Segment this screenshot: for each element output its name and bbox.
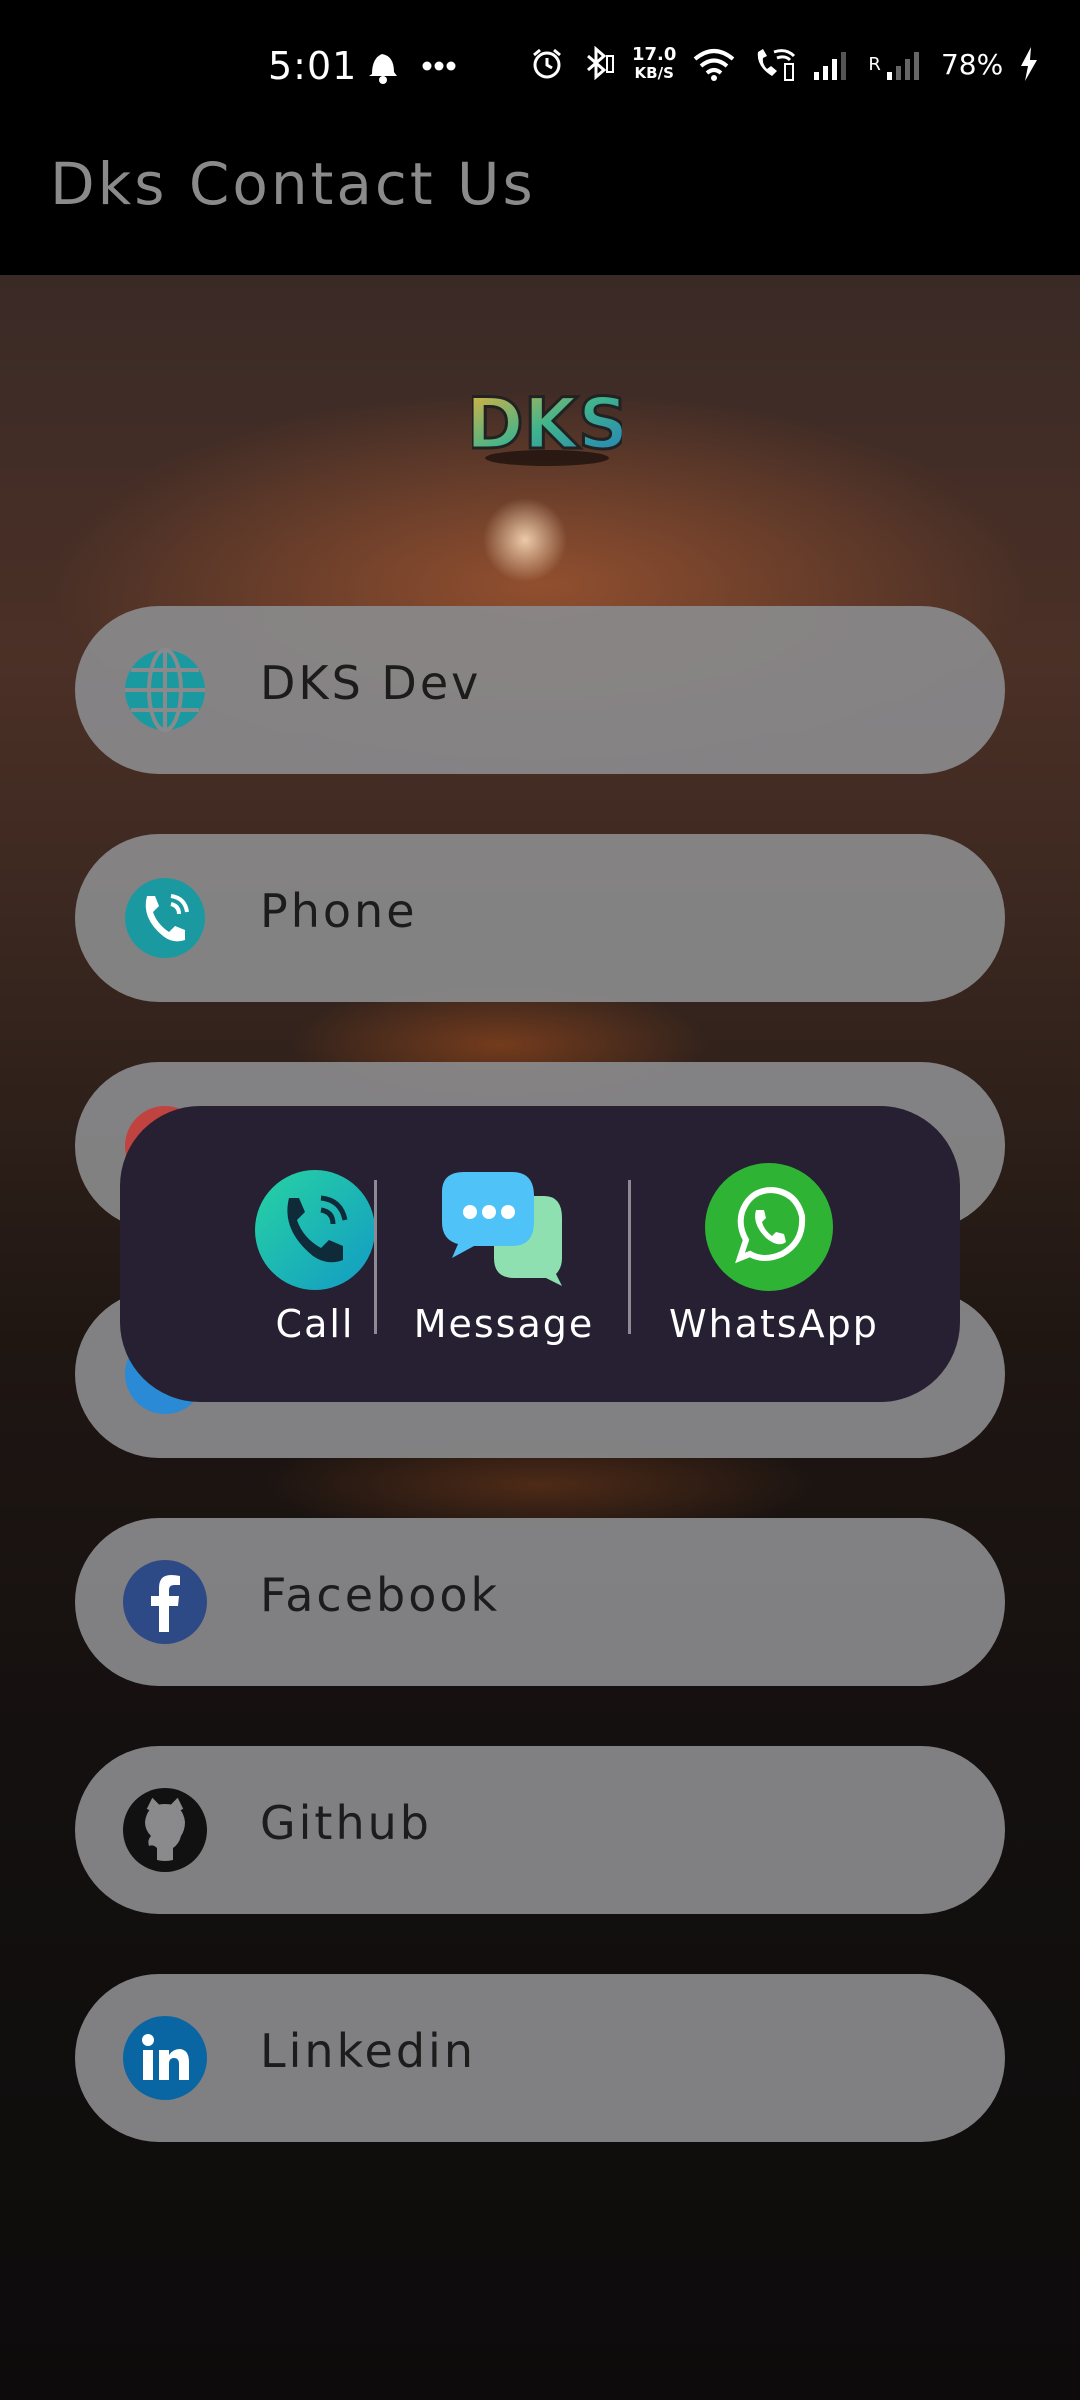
contact-label: Phone [260, 884, 418, 938]
linkedin-icon [123, 2016, 207, 2100]
bluetooth-icon [587, 46, 614, 81]
wifi-calling-icon [758, 49, 796, 81]
contact-label: Facebook [260, 1568, 501, 1622]
globe-icon [125, 648, 205, 732]
contact-label: Github [260, 1796, 432, 1850]
message-option[interactable]: Message [404, 1162, 604, 1362]
contact-label: DKS Dev [260, 656, 482, 710]
whatsapp-option[interactable]: WhatsApp [669, 1162, 879, 1362]
github-icon [123, 1788, 207, 1872]
network-speed: 17.0 KB/S [632, 44, 677, 83]
roaming-label: R [868, 53, 881, 75]
dks-logo: DKS [472, 382, 622, 467]
alarm-icon [533, 48, 561, 79]
divider [628, 1180, 631, 1334]
signal-roaming-icon [886, 52, 919, 80]
wifi-icon [694, 49, 735, 81]
page-title: Dks Contact Us [50, 150, 536, 218]
whatsapp-icon [705, 1163, 833, 1291]
battery-level: 78% [940, 47, 1004, 81]
status-time: 5:01 [268, 44, 358, 88]
contact-row-facebook[interactable]: Facebook [75, 1518, 1005, 1686]
contact-row-phone[interactable]: Phone [75, 834, 1005, 1002]
call-option[interactable]: Call [215, 1162, 415, 1362]
more-dots-icon [422, 61, 456, 71]
contact-method-popup: Call Message WhatsApp [120, 1106, 960, 1402]
phone-icon [125, 878, 205, 958]
contact-row-website[interactable]: DKS Dev [75, 606, 1005, 774]
notification-bell-icon [369, 54, 397, 84]
status-bar: 5:01 17.0 KB/S R 78% [0, 0, 1080, 130]
facebook-icon [123, 1560, 207, 1644]
message-label: Message [413, 1302, 595, 1346]
contact-label: Linkedin [260, 2024, 476, 2078]
contact-row-github[interactable]: Github [75, 1746, 1005, 1914]
call-label: Call [275, 1302, 355, 1346]
signal-icon [814, 52, 847, 80]
svg-text:DKS: DKS [472, 383, 622, 465]
message-icon [442, 1172, 562, 1286]
divider [374, 1180, 377, 1334]
charging-bolt-icon [1021, 47, 1038, 81]
contact-row-linkedin[interactable]: Linkedin [75, 1974, 1005, 2142]
call-icon [255, 1170, 375, 1290]
whatsapp-label: WhatsApp [669, 1302, 879, 1346]
